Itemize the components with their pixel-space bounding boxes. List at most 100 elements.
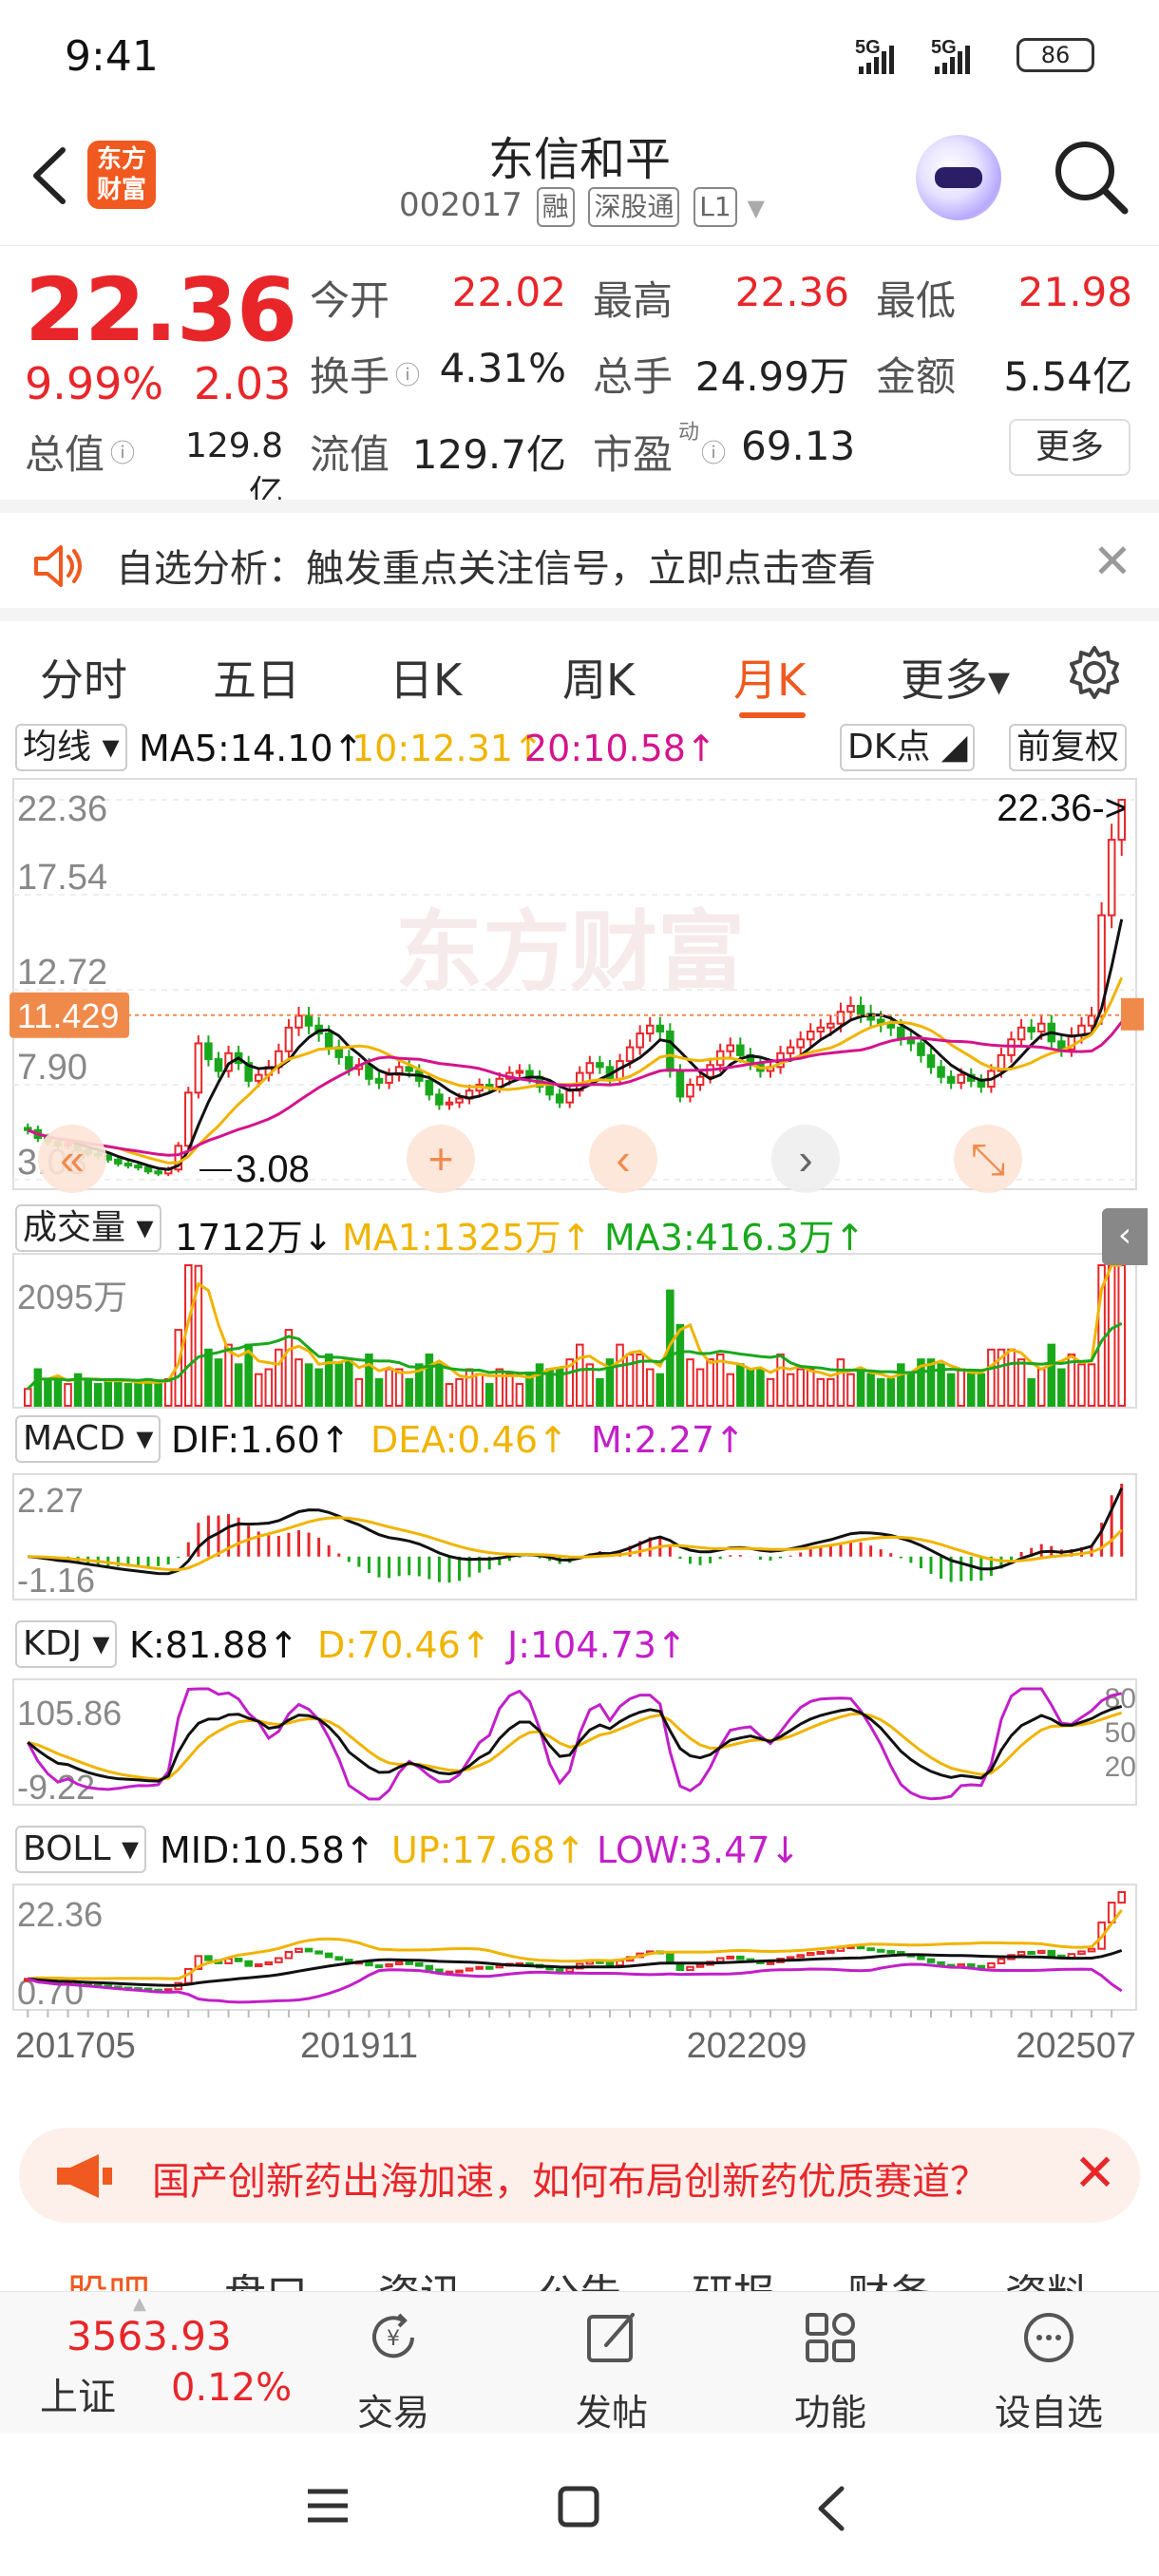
boll-candle [937,1960,945,1966]
candle-body [455,1097,464,1104]
volume-bar [214,1358,223,1407]
boll-candle [565,1967,574,1973]
next-icon[interactable]: › [798,1134,812,1184]
tab-news[interactable]: 资讯 [378,2261,462,2291]
trade-label: 交易 [356,2392,429,2434]
ma10-indicator: 10:12.31↑ [352,728,543,769]
tab-forum[interactable]: 股吧 [66,2261,150,2291]
post-button[interactable]: 发帖 [545,2301,678,2434]
volume-bar [726,1373,735,1408]
boll-candle [876,1948,885,1953]
candle-body [686,1084,694,1098]
tab-five-day[interactable]: 五日 [213,646,300,709]
assistant-robot-icon[interactable] [916,135,1001,220]
tab-announcements[interactable]: 公告 [538,2261,621,2291]
tab-profile[interactable]: 资料 [1005,2261,1089,2291]
volume-selector-label: 成交量 [23,1208,126,1247]
dk-point-button[interactable]: DK点 ◢ [840,724,976,771]
boll-selector-label: BOLL [23,1829,111,1868]
prev-icon[interactable]: ‹ [616,1134,630,1184]
home-icon[interactable] [557,2485,600,2529]
tab-more[interactable]: 更多▾ [901,646,1010,709]
candle-body [435,1093,444,1106]
info-icon[interactable]: ⓘ [701,434,726,469]
info-icon[interactable]: ⓘ [110,434,135,469]
tab-intraday[interactable]: 分时 [40,646,127,709]
tab-weekly-k[interactable]: 周K [562,646,635,709]
tab-monthly-k[interactable]: 月K [733,646,806,709]
change-pct: 9.99% [25,358,164,409]
candle-body [636,1032,644,1049]
period-tabs: 分时 五日 日K 周K 月K 更多▾ [0,608,1159,718]
boll-candle [414,1961,424,1967]
volume-bar [24,1388,32,1407]
tab-orderbook[interactable]: 盘口 [224,2261,308,2291]
volume-bar [926,1358,936,1407]
macd-selector-label: MACD [23,1419,125,1458]
battery-icon: 86 [1016,38,1094,72]
volume-bar [264,1368,274,1408]
boll-candle [374,1964,384,1969]
volume-bar [124,1383,133,1407]
boll-candle [605,1960,615,1967]
more-quote-button[interactable]: 更多 [1009,419,1130,476]
volume-bar [394,1368,404,1408]
back-nav-icon[interactable] [813,2485,847,2532]
volume-bar [1087,1363,1096,1408]
adjust-button[interactable]: 前复权 [1009,724,1128,771]
boll-candle [1016,1950,1026,1957]
kline-chart-svg[interactable]: 22.36 17.54 12.72 7.90 3.08 东方财富 11.429 22.36->… [0,714,1159,2111]
volume-bar [695,1368,705,1408]
boll-panel-frame [12,1884,1137,2011]
volume-bar [93,1383,103,1407]
volume-bar [425,1353,434,1407]
functions-button[interactable]: 功能 [764,2301,897,2434]
close-icon[interactable]: ✕ [1074,2143,1116,2203]
current-price-tag: 11.429 [17,996,119,1035]
menu-icon[interactable] [306,2487,350,2525]
tab-daily-k[interactable]: 日K [390,646,462,709]
close-icon[interactable]: ✕ [1092,534,1132,589]
alert-banner[interactable]: 自选分析：触发重点关注信号，立即点击查看 ✕ [0,500,1159,608]
kdj-selector[interactable]: KDJ ▾ [15,1620,118,1668]
info-icon[interactable]: ⓘ [395,356,420,391]
quote-label-float: 流值 [310,431,390,478]
boll-candle [1087,1947,1096,1953]
scroll-left-icon[interactable]: « [60,1134,85,1184]
boll-candle [997,1958,1006,1964]
boll-candle [385,1963,393,1968]
quote-value-high: 22.36 [734,269,849,315]
volume-bar [455,1377,464,1408]
fullscreen-icon[interactable]: ⤡ [971,1134,1006,1184]
boll-candle [244,1960,253,1967]
collapse-panel-button[interactable]: ‹ [1102,1208,1148,1265]
zoom-in-icon[interactable]: + [428,1134,454,1184]
candle-body [946,1075,956,1084]
trade-button[interactable]: ¥ 交易 [327,2301,460,2434]
macd-dea-indicator: DEA:0.46↑ [370,1419,568,1461]
volume-bar [354,1377,364,1408]
chart-area[interactable]: 22.36 17.54 12.72 7.90 3.08 东方财富 11.429 22.36->… [0,714,1159,2111]
quote-label-low: 最低 [876,277,957,324]
stock-code-row[interactable]: 002017 融 深股通 L1 ▼ [399,186,765,227]
gear-icon[interactable] [1066,644,1123,701]
candle-body [134,1165,142,1169]
quote-label-mktcap: 总值 [25,431,105,478]
boll-candle [334,1956,344,1961]
add-watchlist-button[interactable]: 设自选 [982,2301,1115,2434]
macd-selector[interactable]: MACD ▾ [15,1415,162,1463]
post-icon [587,2313,635,2362]
search-icon[interactable] [1049,135,1130,217]
boll-candle [324,1952,333,1959]
candle-body [625,1046,635,1063]
volume-bar [886,1377,896,1408]
boll-selector[interactable]: BOLL ▾ [15,1826,147,1873]
boll-candle [816,1950,826,1955]
ma-selector[interactable]: 均线 ▾ [15,724,127,771]
candle-body [666,1030,674,1072]
tab-reports[interactable]: 研报 [692,2261,775,2291]
volume-selector[interactable]: 成交量 ▾ [15,1204,162,1252]
tab-financials[interactable]: 财务 [847,2261,931,2291]
boll-candle [254,1963,263,1968]
news-banner[interactable]: 国产创新药出海加速，如何布局创新药优质赛道？ ✕ [19,2128,1140,2223]
